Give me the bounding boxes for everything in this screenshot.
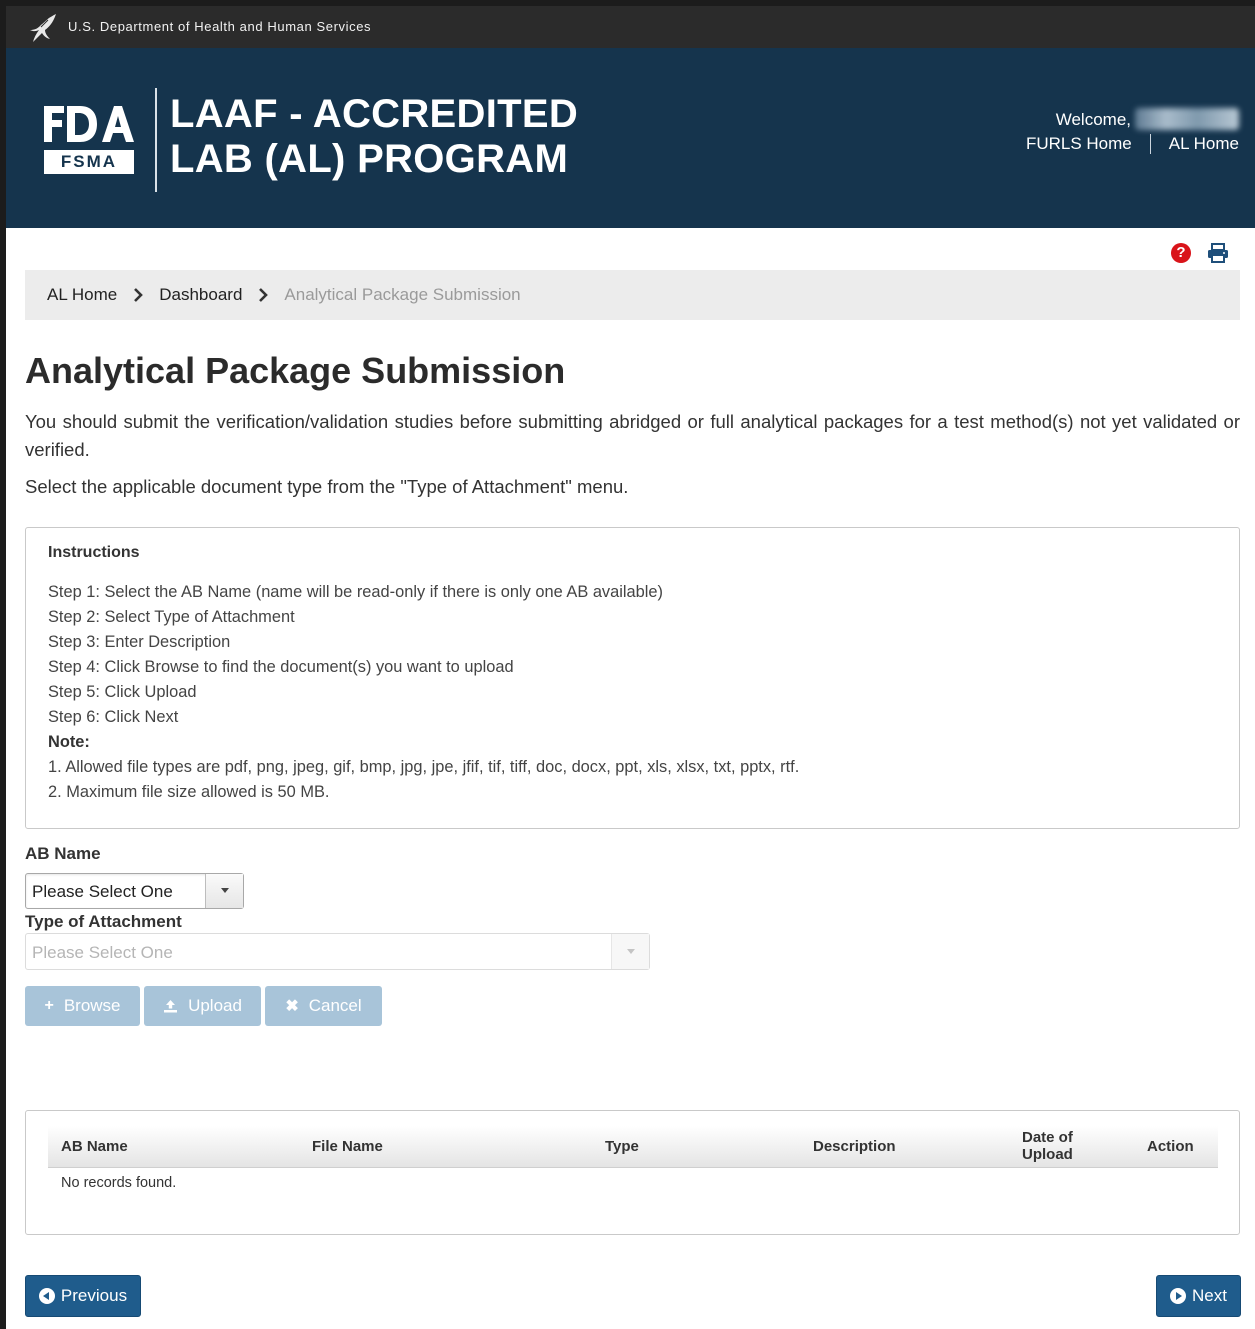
page-title: Analytical Package Submission [25, 350, 566, 391]
plus-icon: + [44, 997, 54, 1014]
chevron-left-circle-icon [38, 1288, 55, 1304]
upload-icon [164, 1000, 178, 1013]
column-header-date-of-upload[interactable]: Date of Upload [1022, 1129, 1073, 1163]
upload-button-label: Upload [188, 996, 242, 1015]
instructions-panel: Instructions Step 1: Select the AB Name … [25, 527, 1240, 829]
ab-name-label: AB Name [25, 844, 101, 863]
column-header-file-name[interactable]: File Name [312, 1138, 383, 1155]
chevron-right-circle-icon [1170, 1288, 1187, 1304]
caret-down-icon [221, 888, 229, 893]
attachments-table: AB Name File Name Type Description Date … [25, 1110, 1240, 1235]
al-home-link[interactable]: AL Home [1169, 134, 1239, 154]
cancel-button[interactable]: ✖ Cancel [265, 986, 382, 1026]
date-col-line1: Date of [1022, 1129, 1073, 1146]
note-item: 2. Maximum file size allowed is 50 MB. [48, 783, 330, 801]
link-separator [1149, 134, 1151, 154]
header-links: FURLS Home AL Home [1026, 134, 1239, 154]
note-item: 1. Allowed file types are pdf, png, jpeg… [48, 758, 800, 776]
help-icon[interactable]: ? [1171, 243, 1191, 263]
browse-button[interactable]: + Browse [25, 986, 140, 1026]
instruction-step: Step 6: Click Next [48, 708, 179, 726]
program-title-line1: LAAF - ACCREDITED [170, 92, 579, 136]
fda-logo: FSMA [42, 102, 136, 174]
program-title: LAAF - ACCREDITED LAB (AL) PROGRAM [170, 92, 578, 182]
attachment-type-select[interactable]: Please Select One [25, 933, 650, 970]
attachment-hint: Select the applicable document type from… [25, 476, 629, 497]
attachment-type-selected-value: Please Select One [32, 943, 173, 962]
column-header-type[interactable]: Type [605, 1138, 639, 1155]
column-header-ab-name[interactable]: AB Name [61, 1138, 128, 1155]
instruction-step: Step 1: Select the AB Name (name will be… [48, 583, 663, 601]
instruction-step: Step 2: Select Type of Attachment [48, 608, 295, 626]
chevron-right-icon [259, 288, 269, 302]
fsma-label: FSMA [44, 150, 134, 174]
intro-text: You should submit the verification/valid… [25, 411, 1240, 460]
next-button[interactable]: Next [1156, 1275, 1241, 1317]
welcome-text: Welcome, [1055, 110, 1131, 129]
breadcrumb: AL Home Dashboard Analytical Package Sub… [25, 270, 1240, 320]
ab-name-dropdown-button[interactable] [205, 874, 243, 908]
ab-name-select[interactable]: Please Select One [25, 873, 244, 909]
chevron-right-icon [134, 288, 144, 302]
hhs-text: U.S. Department of Health and Human Serv… [68, 19, 372, 34]
breadcrumb-dashboard[interactable]: Dashboard [159, 285, 242, 305]
note-label: Note: [48, 733, 90, 751]
column-header-description[interactable]: Description [813, 1138, 896, 1155]
cancel-button-label: Cancel [308, 996, 362, 1015]
instruction-step: Step 4: Click Browse to find the documen… [48, 658, 514, 676]
hhs-bar: U.S. Department of Health and Human Serv… [6, 6, 1255, 48]
upload-button[interactable]: Upload [144, 986, 261, 1026]
next-button-label: Next [1192, 1286, 1227, 1305]
close-icon: ✖ [285, 998, 299, 1015]
previous-button-label: Previous [60, 1286, 128, 1305]
header-divider [155, 88, 157, 192]
empty-table-message: No records found. [61, 1175, 177, 1191]
breadcrumb-current: Analytical Package Submission [284, 285, 521, 304]
site-header: FSMA LAAF - ACCREDITED LAB (AL) PROGRAM … [6, 48, 1255, 228]
instructions-heading: Instructions [48, 544, 140, 561]
fda-wordmark-icon [44, 106, 134, 142]
instruction-step: Step 5: Click Upload [48, 683, 197, 701]
caret-down-icon [627, 949, 635, 954]
attachment-type-dropdown-button[interactable] [611, 934, 649, 969]
column-header-action: Action [1147, 1138, 1194, 1155]
user-name-blurred [1135, 108, 1239, 130]
previous-button[interactable]: Previous [25, 1275, 141, 1317]
attachment-type-label: Type of Attachment [25, 912, 182, 931]
date-col-line2: Upload [1022, 1146, 1073, 1163]
breadcrumb-al-home[interactable]: AL Home [47, 285, 117, 305]
instruction-step: Step 3: Enter Description [48, 633, 231, 651]
hhs-eagle-icon [30, 14, 56, 42]
furls-home-link[interactable]: FURLS Home [1026, 134, 1132, 154]
browse-button-label: Browse [63, 996, 121, 1015]
ab-name-selected-value: Please Select One [32, 882, 173, 901]
print-icon[interactable] [1207, 243, 1229, 263]
program-title-line2: LAB (AL) PROGRAM [170, 137, 569, 181]
table-header: AB Name File Name Type Description Date … [48, 1126, 1218, 1168]
